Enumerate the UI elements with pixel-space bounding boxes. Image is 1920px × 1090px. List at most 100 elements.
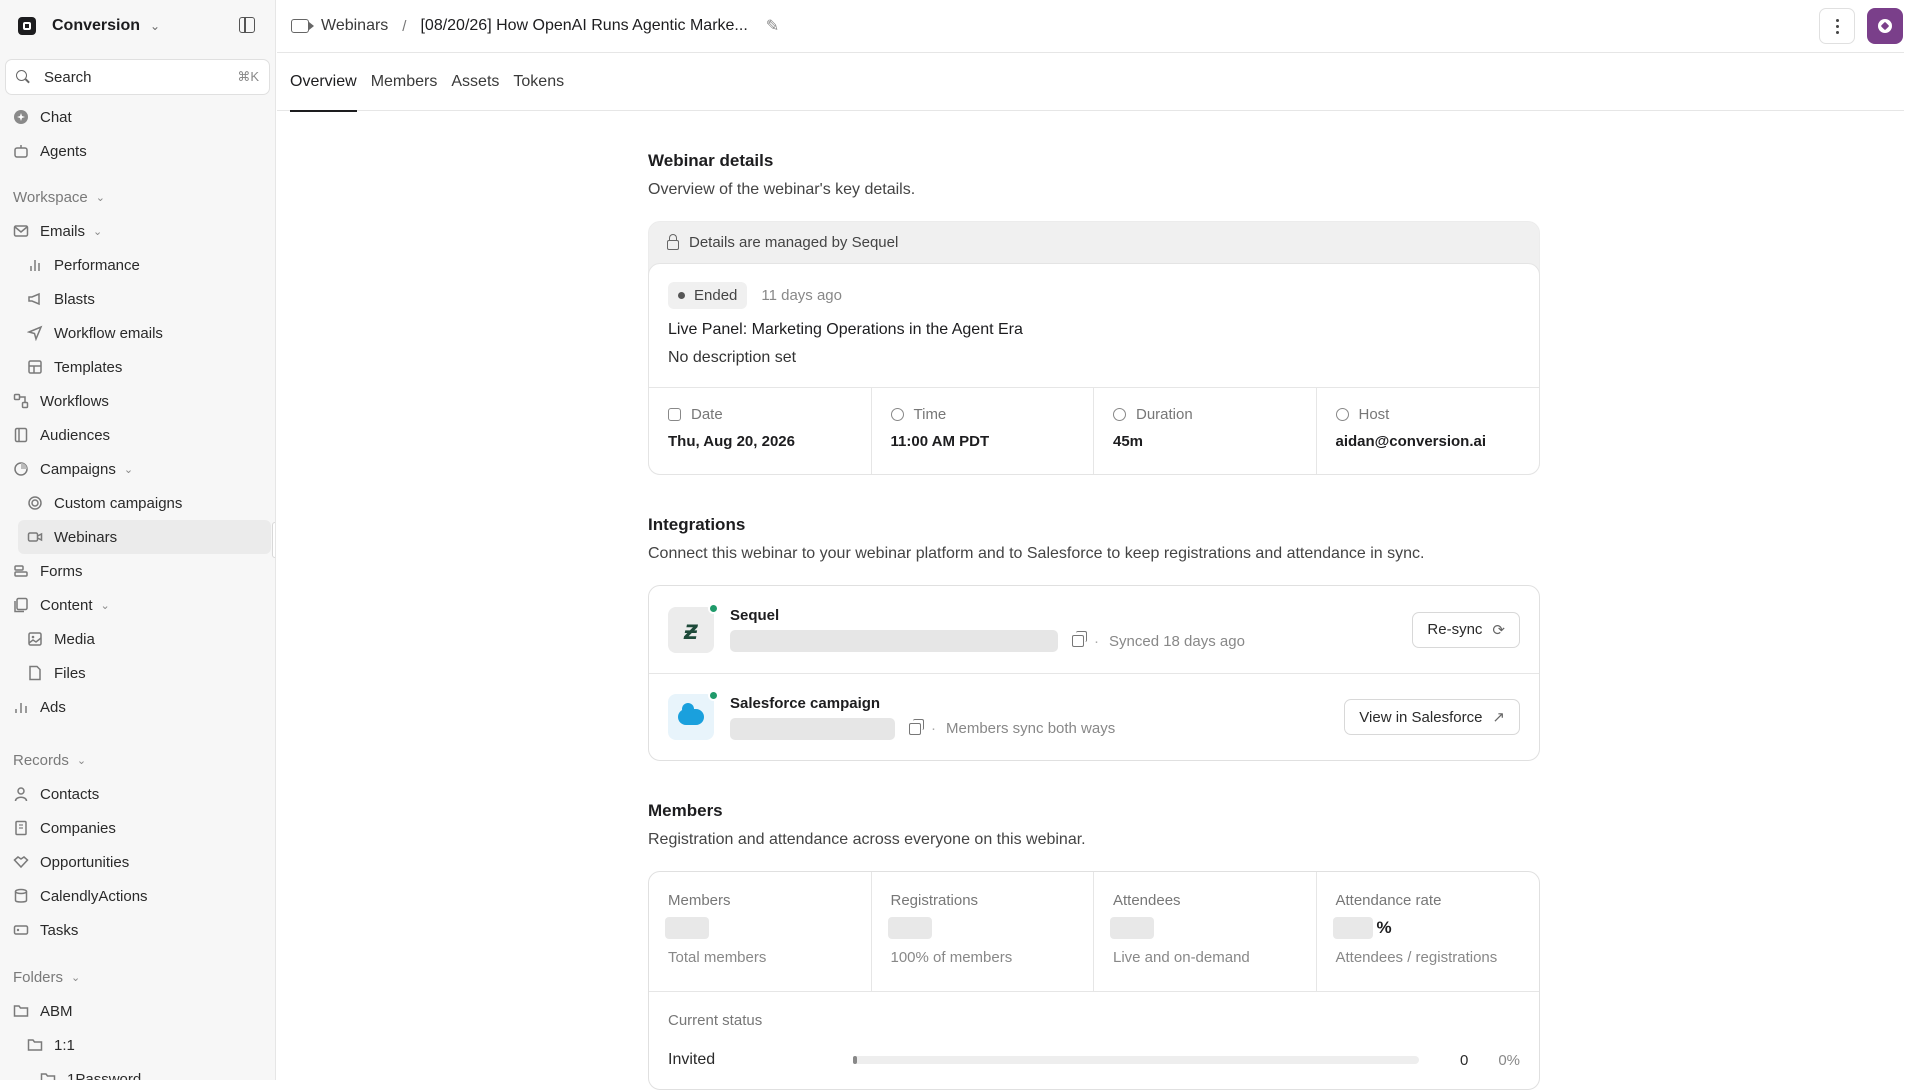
sidebar-item-webinars[interactable]: Webinars: [18, 520, 271, 554]
search-input[interactable]: Search ⌘K: [5, 59, 270, 95]
content-icon: [13, 597, 29, 613]
sidebar-item-label: CalendlyActions: [40, 887, 148, 905]
sidebar-item-calendlyactions[interactable]: CalendlyActions: [0, 879, 275, 913]
sidebar-item-emails[interactable]: Emails ⌄: [0, 214, 275, 248]
bar-chart-icon: [27, 257, 43, 273]
members-card: Members Total members Registrations 100%…: [648, 871, 1540, 1090]
connected-dot-icon: [708, 690, 719, 701]
section-heading: Webinar details: [648, 151, 774, 170]
copy-icon[interactable]: [909, 718, 924, 735]
sidebar-item-campaigns[interactable]: Campaigns ⌄: [0, 452, 275, 486]
overview-content: Webinar details Overview of the webinar'…: [648, 111, 1540, 1090]
integration-salesforce: Salesforce campaign · Members sync both …: [649, 673, 1539, 760]
sidebar-item-opportunities[interactable]: Opportunities: [0, 845, 275, 879]
button-label: View in Salesforce: [1359, 708, 1483, 726]
sidebar-item-media[interactable]: Media: [0, 622, 275, 656]
breadcrumb-separator: /: [402, 17, 407, 35]
sidebar-item-workflows[interactable]: Workflows: [0, 384, 275, 418]
assistant-icon: [1878, 19, 1892, 33]
sidebar-item-agents[interactable]: Agents: [0, 134, 275, 168]
connected-dot-icon: [708, 602, 719, 614]
sidebar-item-label: Agents: [40, 142, 87, 160]
current-status-label: Current status: [668, 1012, 763, 1029]
sidebar-toggle-icon[interactable]: [239, 17, 255, 33]
view-in-salesforce-button[interactable]: View in Salesforce ↗: [1344, 699, 1520, 735]
meta-label: Time: [913, 406, 947, 423]
chevron-down-icon: ⌄: [95, 191, 105, 204]
sidebar-item-performance[interactable]: Performance: [0, 248, 275, 282]
timer-icon: [1113, 408, 1126, 421]
sidebar-item-folder-1-1[interactable]: 1:1: [0, 1028, 275, 1062]
sidebar-item-folder-1password[interactable]: 1Password: [0, 1062, 275, 1080]
sync-status: Members sync both ways: [946, 720, 1116, 737]
section-records[interactable]: Records ⌄: [0, 743, 275, 777]
section-label: Workspace: [13, 188, 88, 206]
status-row-invited: Invited 0 0%: [668, 1051, 1520, 1069]
breadcrumb-webinars[interactable]: Webinars: [321, 17, 388, 35]
sidebar-item-label: Media: [54, 630, 95, 648]
section-folders[interactable]: Folders ⌄: [0, 960, 275, 994]
sidebar-item-folder-abm[interactable]: ABM: [0, 994, 275, 1028]
edit-pencil-icon[interactable]: ✎: [766, 16, 779, 36]
sidebar-item-workflow-emails[interactable]: Workflow emails: [0, 316, 275, 350]
sidebar-item-contacts[interactable]: Contacts: [0, 777, 275, 811]
sidebar: Conversion ⌄ Search ⌘K Chat Agents Works…: [0, 0, 276, 1080]
sidebar-item-forms[interactable]: Forms: [0, 554, 275, 588]
workspace-name: Conversion: [52, 17, 141, 34]
stat-sublabel: Attendees / registrations: [1335, 949, 1498, 966]
folder-icon: [40, 1071, 56, 1080]
sidebar-scrollbar[interactable]: [272, 522, 275, 558]
integration-id-placeholder: [730, 630, 1058, 652]
sidebar-item-tasks[interactable]: Tasks: [0, 913, 275, 947]
person-icon: [13, 786, 29, 802]
integration-name: Salesforce campaign: [730, 694, 881, 712]
sidebar-item-templates[interactable]: Templates: [0, 350, 275, 384]
image-icon: [27, 631, 43, 647]
meta-value: aidan@conversion.ai: [1335, 433, 1487, 450]
tab-members[interactable]: Members: [371, 53, 438, 111]
meta-label: Duration: [1136, 406, 1193, 423]
sidebar-item-custom-campaigns[interactable]: Custom campaigns: [0, 486, 275, 520]
external-link-icon: ↗: [1492, 709, 1505, 726]
assistant-button[interactable]: [1867, 8, 1903, 44]
tab-tokens[interactable]: Tokens: [513, 53, 564, 111]
agents-icon: [13, 143, 29, 159]
event-description: No description set: [668, 349, 797, 366]
webinar-details-card: Details are managed by Sequel Ended 11 d…: [648, 221, 1540, 475]
video-icon: [291, 19, 314, 33]
status-progress-bar: [852, 1056, 1419, 1064]
resync-button[interactable]: Re-sync ⟳: [1412, 611, 1520, 648]
workspace-switcher[interactable]: Conversion ⌄: [0, 0, 275, 52]
salesforce-logo-icon: [668, 690, 719, 740]
section-description: Overview of the webinar's key details.: [648, 181, 916, 198]
ads-chart-icon: [13, 699, 29, 715]
search-label: Search: [44, 68, 92, 86]
sidebar-item-blasts[interactable]: Blasts: [0, 282, 275, 316]
sidebar-item-audiences[interactable]: Audiences: [0, 418, 275, 452]
section-workspace[interactable]: Workspace ⌄: [0, 180, 275, 214]
sidebar-item-ads[interactable]: Ads: [0, 690, 275, 724]
sidebar-item-content[interactable]: Content ⌄: [0, 588, 275, 622]
stat-label: Members: [668, 892, 731, 909]
meta-time: Time 11:00 AM PDT: [872, 388, 1094, 474]
tab-overview[interactable]: Overview: [290, 53, 357, 112]
meta-value: 11:00 AM PDT: [890, 433, 990, 450]
sidebar-item-chat[interactable]: Chat: [0, 100, 275, 134]
sidebar-item-files[interactable]: Files: [0, 656, 275, 690]
person-icon: [1335, 408, 1349, 421]
tab-assets[interactable]: Assets: [451, 53, 499, 111]
meta-date: Date Thu, Aug 20, 2026: [649, 388, 872, 474]
meta-duration: Duration 45m: [1094, 388, 1317, 474]
sidebar-item-label: Templates: [54, 358, 123, 376]
chat-icon: [13, 109, 29, 125]
stat-sublabel: Total members: [668, 949, 767, 966]
refresh-icon: ⟳: [1492, 621, 1505, 639]
sidebar-item-companies[interactable]: Companies: [0, 811, 275, 845]
folder-open-icon: [13, 1003, 29, 1019]
members-stats: Members Total members Registrations 100%…: [649, 872, 1539, 992]
sync-status: Synced 18 days ago: [1109, 632, 1245, 650]
copy-icon[interactable]: [1072, 631, 1087, 647]
more-options-button[interactable]: [1819, 8, 1855, 44]
meta-host: Host aidan@conversion.ai: [1317, 388, 1540, 474]
section-description: Connect this webinar to your webinar pla…: [648, 545, 1425, 562]
